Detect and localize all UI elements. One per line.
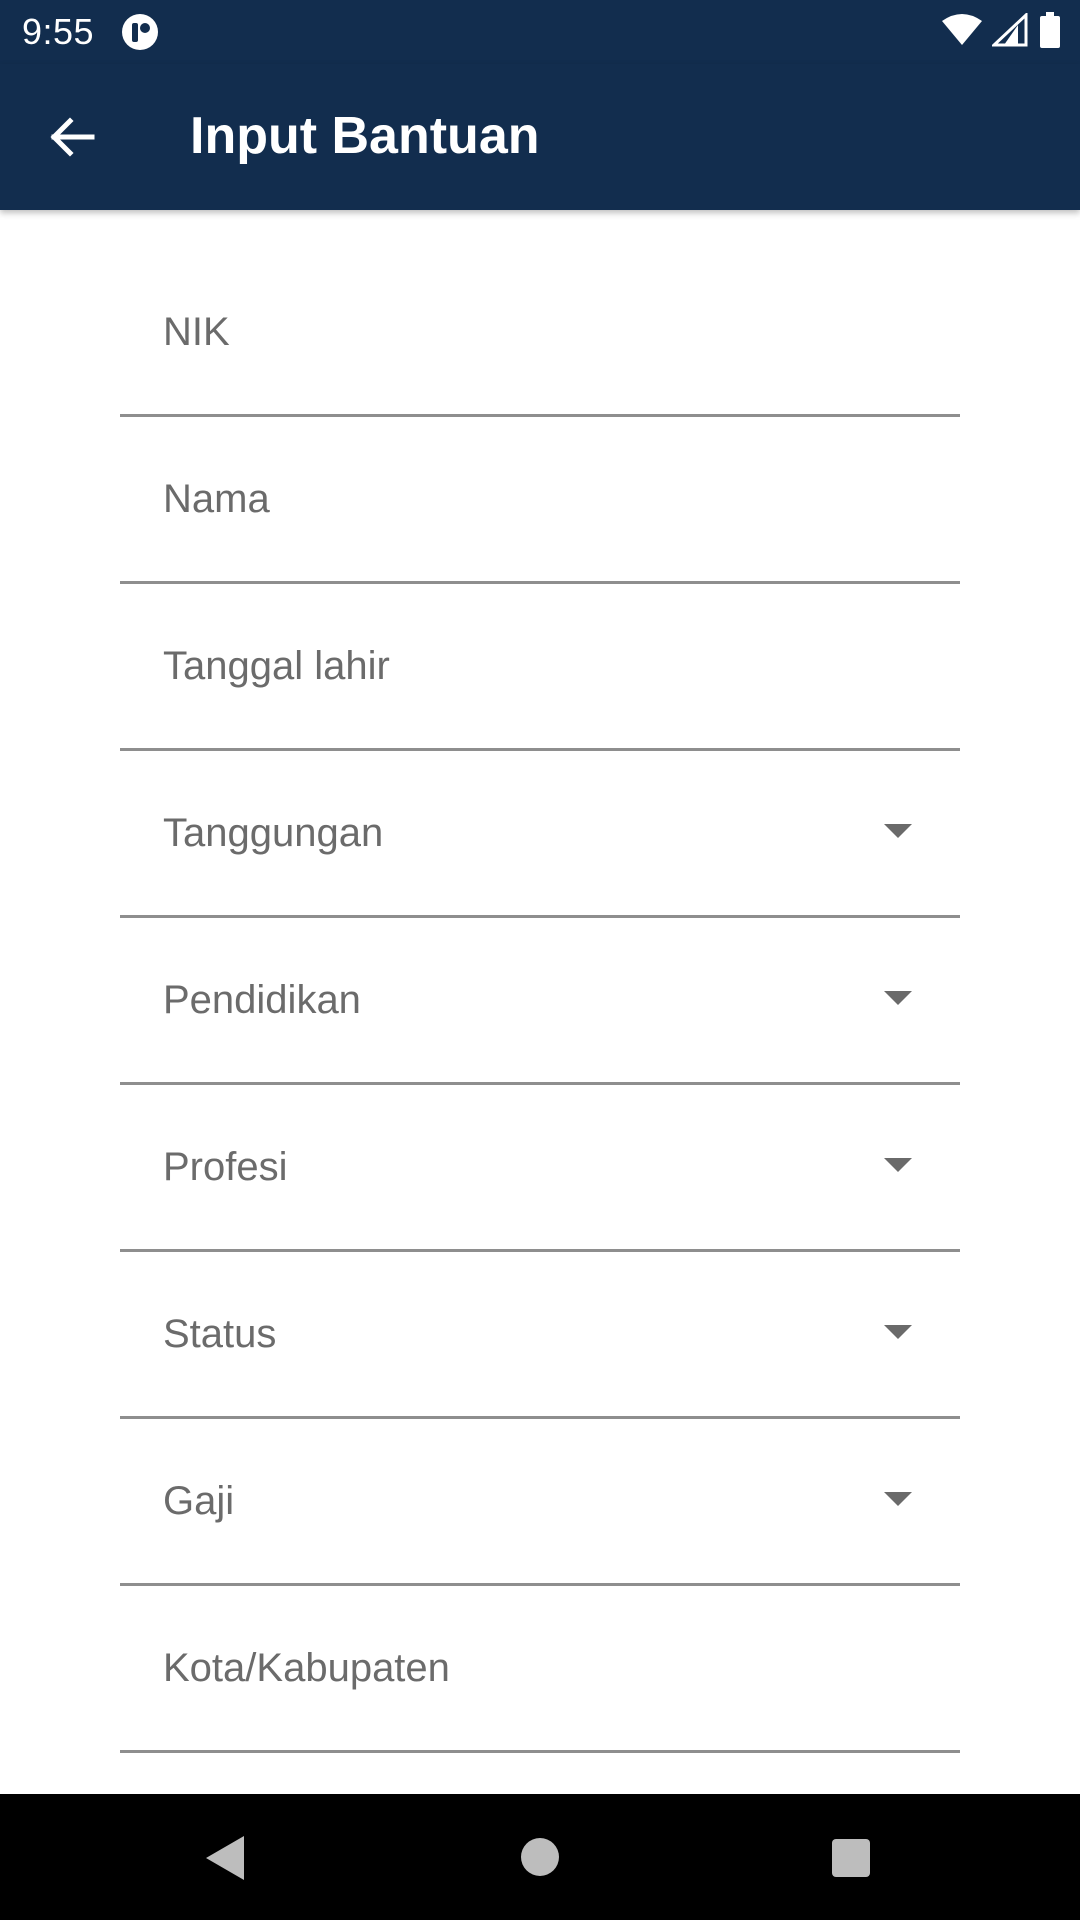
kota-kabupaten-field[interactable]: [120, 1586, 960, 1753]
status-dropdown[interactable]: Status: [120, 1252, 960, 1419]
dropdown-arrow-icon: [884, 824, 912, 838]
tanggungan-dropdown[interactable]: Tanggungan: [120, 751, 960, 918]
battery-icon: [1038, 11, 1062, 53]
pendidikan-dropdown[interactable]: Pendidikan: [120, 918, 960, 1085]
dropdown-arrow-icon: [884, 991, 912, 1005]
navigation-bar: [0, 1794, 1080, 1920]
nama-input[interactable]: [120, 417, 960, 581]
wifi-icon: [942, 13, 982, 52]
home-circle-icon[interactable]: [521, 1838, 559, 1876]
nama-field[interactable]: [120, 417, 960, 584]
status-bar: 9:55: [0, 0, 1080, 64]
recents-square-icon[interactable]: [832, 1839, 870, 1877]
pendidikan-label: Pendidikan: [163, 978, 361, 1022]
app-bar: Input Bantuan: [0, 64, 1080, 210]
page-title: Input Bantuan: [190, 107, 540, 165]
profesi-label: Profesi: [163, 1145, 288, 1189]
profesi-dropdown[interactable]: Profesi: [120, 1085, 960, 1252]
dropdown-arrow-icon: [884, 1158, 912, 1172]
signal-icon: [990, 11, 1028, 52]
tanggal-lahir-input[interactable]: [120, 584, 960, 748]
bantuan-form: Tanggungan Pendidikan Profesi Status Gaj…: [120, 250, 960, 1753]
status-label: Status: [163, 1312, 277, 1356]
gaji-dropdown[interactable]: Gaji: [120, 1419, 960, 1586]
arrow-left-icon: [48, 113, 96, 166]
notification-app-icon: [120, 12, 160, 52]
dropdown-arrow-icon: [884, 1325, 912, 1339]
tanggungan-label: Tanggungan: [163, 811, 384, 855]
status-time: 9:55: [22, 11, 95, 52]
kota-kabupaten-input[interactable]: [120, 1586, 960, 1750]
gaji-label: Gaji: [163, 1479, 235, 1523]
nik-input[interactable]: [120, 250, 960, 414]
nik-field[interactable]: [120, 250, 960, 417]
dropdown-arrow-icon: [884, 1492, 912, 1506]
back-button[interactable]: [30, 97, 114, 181]
status-icons: [942, 11, 1062, 53]
back-triangle-icon[interactable]: [206, 1836, 244, 1880]
tanggal-lahir-field[interactable]: [120, 584, 960, 751]
